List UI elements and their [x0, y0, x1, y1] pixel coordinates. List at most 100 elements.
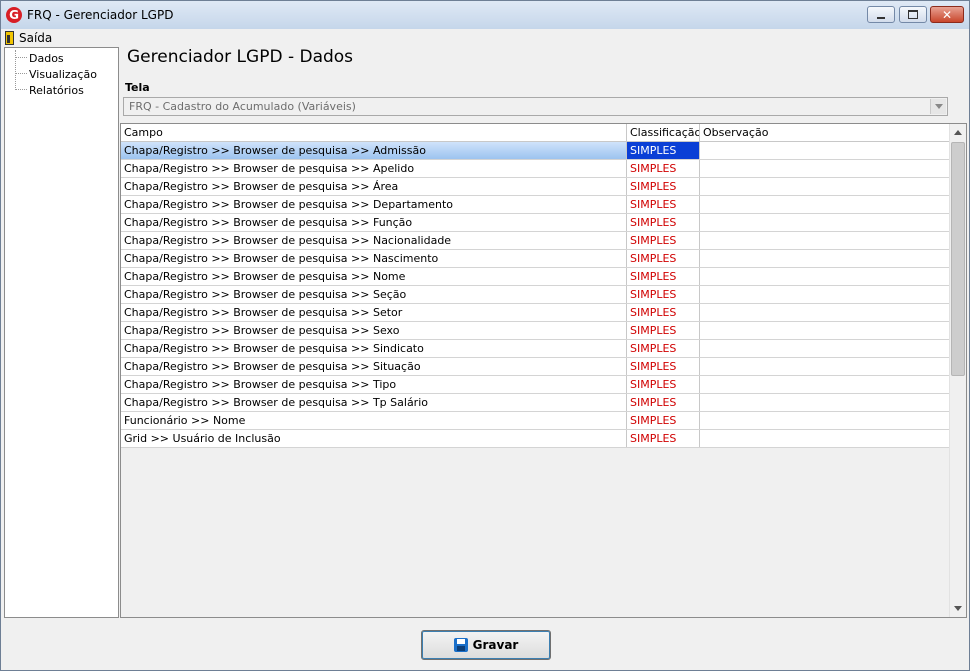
cell-classificacao[interactable]: SIMPLES	[627, 214, 700, 231]
window-title: FRQ - Gerenciador LGPD	[27, 8, 174, 22]
cell-observacao[interactable]	[700, 376, 950, 393]
column-header-campo[interactable]: Campo	[121, 124, 627, 141]
cell-classificacao[interactable]: SIMPLES	[627, 286, 700, 303]
tree-item-label: Dados	[29, 51, 64, 65]
tree-item-relatorios[interactable]: Relatórios	[5, 82, 84, 98]
cell-observacao[interactable]	[700, 322, 950, 339]
cell-campo[interactable]: Grid >> Usuário de Inclusão	[121, 430, 627, 447]
column-header-classificacao[interactable]: Classificação	[627, 124, 700, 141]
table-row[interactable]: Chapa/Registro >> Browser de pesquisa >>…	[121, 250, 950, 268]
menu-item-exit[interactable]: Saída	[5, 29, 52, 46]
cell-campo[interactable]: Chapa/Registro >> Browser de pesquisa >>…	[121, 358, 627, 375]
cell-campo[interactable]: Chapa/Registro >> Browser de pesquisa >>…	[121, 304, 627, 321]
table-row[interactable]: Chapa/Registro >> Browser de pesquisa >>…	[121, 286, 950, 304]
cell-observacao[interactable]	[700, 250, 950, 267]
cell-classificacao[interactable]: SIMPLES	[627, 232, 700, 249]
cell-campo[interactable]: Chapa/Registro >> Browser de pesquisa >>…	[121, 214, 627, 231]
cell-classificacao[interactable]: SIMPLES	[627, 340, 700, 357]
cell-observacao[interactable]	[700, 394, 950, 411]
column-header-observacao[interactable]: Observação	[700, 124, 950, 141]
cell-classificacao[interactable]: SIMPLES	[627, 430, 700, 447]
cell-observacao[interactable]	[700, 178, 950, 195]
cell-campo[interactable]: Chapa/Registro >> Browser de pesquisa >>…	[121, 142, 627, 159]
menu-bar: Saída	[1, 29, 969, 46]
grid-body: Chapa/Registro >> Browser de pesquisa >>…	[121, 142, 950, 448]
scroll-down-button[interactable]	[950, 600, 966, 617]
cell-classificacao[interactable]: SIMPLES	[627, 268, 700, 285]
cell-classificacao[interactable]: SIMPLES	[627, 160, 700, 177]
cell-classificacao[interactable]: SIMPLES	[627, 178, 700, 195]
cell-observacao[interactable]	[700, 268, 950, 285]
title-bar[interactable]: G FRQ - Gerenciador LGPD ✕	[1, 1, 969, 30]
cell-campo[interactable]: Chapa/Registro >> Browser de pesquisa >>…	[121, 376, 627, 393]
chevron-down-icon	[934, 104, 943, 109]
menu-item-exit-label: Saída	[19, 30, 53, 45]
cell-campo[interactable]: Chapa/Registro >> Browser de pesquisa >>…	[121, 322, 627, 339]
maximize-button[interactable]	[899, 6, 927, 23]
tree-item-dados[interactable]: Dados	[5, 50, 64, 66]
table-row[interactable]: Chapa/Registro >> Browser de pesquisa >>…	[121, 142, 950, 160]
table-row[interactable]: Chapa/Registro >> Browser de pesquisa >>…	[121, 304, 950, 322]
save-button-label: Gravar	[472, 638, 519, 652]
cell-observacao[interactable]	[700, 160, 950, 177]
table-row[interactable]: Funcionário >> Nome SIMPLES	[121, 412, 950, 430]
cell-observacao[interactable]	[700, 232, 950, 249]
exit-door-icon	[5, 30, 14, 45]
table-row[interactable]: Chapa/Registro >> Browser de pesquisa >>…	[121, 394, 950, 412]
cell-campo[interactable]: Chapa/Registro >> Browser de pesquisa >>…	[121, 196, 627, 213]
table-row[interactable]: Chapa/Registro >> Browser de pesquisa >>…	[121, 322, 950, 340]
cell-observacao[interactable]	[700, 286, 950, 303]
cell-campo[interactable]: Chapa/Registro >> Browser de pesquisa >>…	[121, 178, 627, 195]
table-row[interactable]: Chapa/Registro >> Browser de pesquisa >>…	[121, 268, 950, 286]
cell-campo[interactable]: Chapa/Registro >> Browser de pesquisa >>…	[121, 268, 627, 285]
cell-campo[interactable]: Chapa/Registro >> Browser de pesquisa >>…	[121, 232, 627, 249]
close-icon: ✕	[941, 7, 953, 22]
cell-classificacao[interactable]: SIMPLES	[627, 394, 700, 411]
tree-branch-line	[15, 73, 27, 75]
close-button[interactable]: ✕	[930, 6, 964, 23]
arrow-up-icon	[954, 130, 962, 135]
table-row[interactable]: Chapa/Registro >> Browser de pesquisa >>…	[121, 160, 950, 178]
cell-observacao[interactable]	[700, 304, 950, 321]
cell-observacao[interactable]	[700, 340, 950, 357]
table-row[interactable]: Chapa/Registro >> Browser de pesquisa >>…	[121, 178, 950, 196]
minimize-icon	[877, 16, 885, 19]
cell-classificacao[interactable]: SIMPLES	[627, 196, 700, 213]
cell-classificacao[interactable]: SIMPLES	[627, 376, 700, 393]
cell-classificacao[interactable]: SIMPLES	[627, 304, 700, 321]
save-button[interactable]: Gravar	[421, 630, 551, 660]
table-row[interactable]: Chapa/Registro >> Browser de pesquisa >>…	[121, 340, 950, 358]
table-row[interactable]: Chapa/Registro >> Browser de pesquisa >>…	[121, 214, 950, 232]
cell-campo[interactable]: Chapa/Registro >> Browser de pesquisa >>…	[121, 160, 627, 177]
cell-campo[interactable]: Chapa/Registro >> Browser de pesquisa >>…	[121, 286, 627, 303]
vertical-scrollbar[interactable]	[949, 124, 966, 617]
table-row[interactable]: Chapa/Registro >> Browser de pesquisa >>…	[121, 196, 950, 214]
cell-classificacao[interactable]: SIMPLES	[627, 250, 700, 267]
table-row[interactable]: Chapa/Registro >> Browser de pesquisa >>…	[121, 376, 950, 394]
cell-classificacao[interactable]: SIMPLES	[627, 142, 700, 159]
tela-label: Tela	[125, 81, 150, 94]
cell-observacao[interactable]	[700, 196, 950, 213]
cell-observacao[interactable]	[700, 430, 950, 447]
cell-classificacao[interactable]: SIMPLES	[627, 358, 700, 375]
scroll-up-button[interactable]	[950, 124, 966, 141]
dropdown-button[interactable]	[930, 99, 946, 114]
cell-campo[interactable]: Chapa/Registro >> Browser de pesquisa >>…	[121, 340, 627, 357]
tela-select[interactable]: FRQ - Cadastro do Acumulado (Variáveis)	[123, 97, 948, 116]
tree-item-visualizacao[interactable]: Visualização	[5, 66, 97, 82]
minimize-button[interactable]	[867, 6, 895, 23]
cell-classificacao[interactable]: SIMPLES	[627, 412, 700, 429]
table-row[interactable]: Grid >> Usuário de Inclusão SIMPLES	[121, 430, 950, 448]
cell-observacao[interactable]	[700, 214, 950, 231]
cell-observacao[interactable]	[700, 412, 950, 429]
cell-campo[interactable]: Chapa/Registro >> Browser de pesquisa >>…	[121, 394, 627, 411]
cell-observacao[interactable]	[700, 142, 950, 159]
navigation-tree: Dados Visualização Relatórios	[4, 47, 119, 618]
cell-observacao[interactable]	[700, 358, 950, 375]
cell-campo[interactable]: Chapa/Registro >> Browser de pesquisa >>…	[121, 250, 627, 267]
cell-classificacao[interactable]: SIMPLES	[627, 322, 700, 339]
table-row[interactable]: Chapa/Registro >> Browser de pesquisa >>…	[121, 232, 950, 250]
scroll-thumb[interactable]	[951, 142, 965, 376]
table-row[interactable]: Chapa/Registro >> Browser de pesquisa >>…	[121, 358, 950, 376]
cell-campo[interactable]: Funcionário >> Nome	[121, 412, 627, 429]
